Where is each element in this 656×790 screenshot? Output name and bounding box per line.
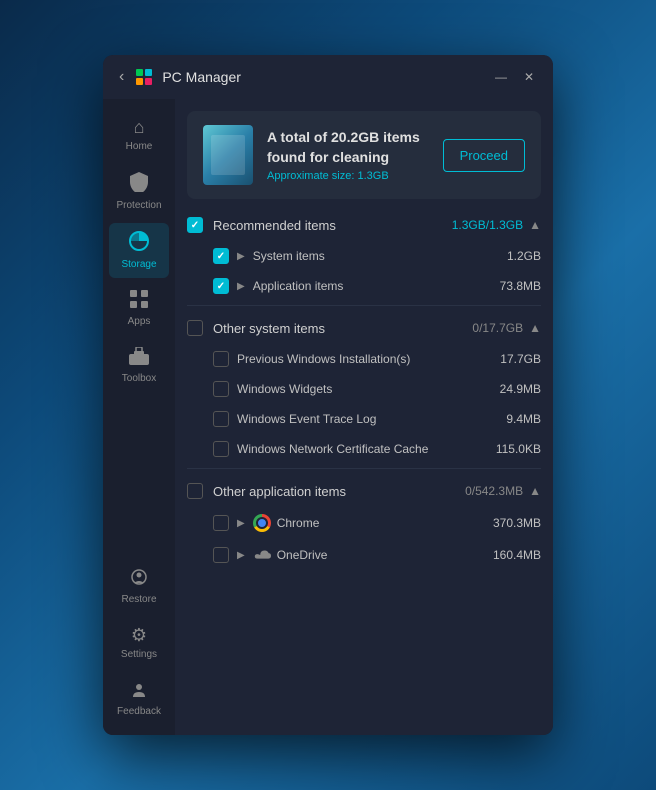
system-items-size: 1.2GB — [507, 249, 541, 263]
sidebar-label-home: Home — [126, 141, 153, 152]
other-app-checkbox[interactable] — [187, 483, 203, 499]
onedrive-row[interactable]: ▶ OneDrive 160.4MB — [187, 539, 541, 571]
cleaning-illustration — [203, 125, 253, 185]
sidebar-label-restore: Restore — [121, 594, 156, 605]
recommended-checkbox[interactable] — [187, 217, 203, 233]
recommended-size: 1.3GB/1.3GB — [452, 218, 523, 232]
application-items-label: Application items — [253, 279, 500, 293]
prev-windows-size: 17.7GB — [500, 352, 541, 366]
sidebar-item-storage[interactable]: Storage — [109, 223, 169, 278]
other-app-size: 0/542.3MB — [465, 484, 523, 498]
chrome-row[interactable]: ▶ Chrome 370.3MB — [187, 507, 541, 539]
restore-icon — [130, 568, 148, 591]
other-system-size: 0/17.7GB — [472, 321, 523, 335]
windows-widgets-checkbox[interactable] — [213, 381, 229, 397]
sidebar-item-settings[interactable]: ⚙ Settings — [109, 617, 169, 668]
onedrive-label: OneDrive — [277, 548, 493, 562]
other-system-checkbox[interactable] — [187, 320, 203, 336]
proceed-button[interactable]: Proceed — [443, 139, 525, 172]
other-system-section-header[interactable]: Other system items 0/17.7GB ▲ — [187, 310, 541, 344]
sidebar-label-apps: Apps — [128, 316, 151, 327]
sidebar-item-apps[interactable]: Apps — [109, 282, 169, 335]
sidebar-item-restore[interactable]: Restore — [109, 560, 169, 613]
apps-icon — [130, 290, 148, 313]
other-app-chevron[interactable]: ▲ — [529, 484, 541, 498]
prev-windows-row[interactable]: Previous Windows Installation(s) 17.7GB — [187, 344, 541, 374]
system-items-checkbox[interactable] — [213, 248, 229, 264]
chrome-expand[interactable]: ▶ — [237, 518, 245, 529]
event-trace-row[interactable]: Windows Event Trace Log 9.4MB — [187, 404, 541, 434]
application-items-row[interactable]: ▶ Application items 73.8MB — [187, 271, 541, 301]
windows-widgets-label: Windows Widgets — [237, 382, 500, 396]
sidebar-item-feedback[interactable]: Feedback — [109, 672, 169, 725]
onedrive-expand[interactable]: ▶ — [237, 550, 245, 561]
toolbox-icon — [129, 347, 149, 370]
sidebar-item-protection[interactable]: Protection — [109, 164, 169, 219]
sidebar-spacer — [103, 394, 175, 558]
cert-cache-checkbox[interactable] — [213, 441, 229, 457]
onedrive-checkbox[interactable] — [213, 547, 229, 563]
window-title: PC Manager — [162, 69, 493, 85]
system-items-expand[interactable]: ▶ — [237, 251, 245, 262]
scroll-area[interactable]: Recommended items 1.3GB/1.3GB ▲ ▶ System… — [175, 207, 553, 735]
recommended-section-header[interactable]: Recommended items 1.3GB/1.3GB ▲ — [187, 207, 541, 241]
shield-icon — [130, 172, 148, 197]
cert-cache-size: 115.0KB — [496, 442, 541, 456]
onedrive-icon — [253, 546, 271, 564]
feedback-icon — [130, 680, 148, 703]
cert-cache-label: Windows Network Certificate Cache — [237, 442, 496, 456]
system-items-row[interactable]: ▶ System items 1.2GB — [187, 241, 541, 271]
back-button[interactable]: ‹ — [119, 68, 124, 86]
sidebar-label-storage: Storage — [121, 259, 156, 270]
chrome-icon — [253, 514, 271, 532]
storage-icon — [129, 231, 149, 256]
recommended-chevron[interactable]: ▲ — [529, 218, 541, 232]
sidebar-item-toolbox[interactable]: Toolbox — [109, 339, 169, 392]
other-system-chevron[interactable]: ▲ — [529, 321, 541, 335]
application-items-size: 73.8MB — [500, 279, 541, 293]
content-area: A total of 20.2GB items found for cleani… — [175, 99, 553, 735]
chrome-label: Chrome — [277, 516, 493, 530]
windows-widgets-size: 24.9MB — [500, 382, 541, 396]
event-trace-size: 9.4MB — [506, 412, 541, 426]
header-text: A total of 20.2GB items found for cleani… — [267, 128, 429, 182]
onedrive-size: 160.4MB — [493, 548, 541, 562]
header-subtitle: Approximate size: 1.3GB — [267, 170, 429, 182]
cert-cache-row[interactable]: Windows Network Certificate Cache 115.0K… — [187, 434, 541, 464]
other-app-label: Other application items — [213, 484, 465, 499]
main-layout: ⌂ Home Protection — [103, 99, 553, 735]
divider-1 — [187, 305, 541, 306]
header-title: A total of 20.2GB items found for cleani… — [267, 128, 429, 167]
app-icon — [134, 67, 154, 87]
sidebar-label-settings: Settings — [121, 649, 157, 660]
chrome-checkbox[interactable] — [213, 515, 229, 531]
sidebar-item-home[interactable]: ⌂ Home — [109, 109, 169, 160]
prev-windows-label: Previous Windows Installation(s) — [237, 352, 500, 366]
minimize-button[interactable]: — — [493, 69, 509, 85]
sidebar-label-feedback: Feedback — [117, 706, 161, 717]
windows-widgets-row[interactable]: Windows Widgets 24.9MB — [187, 374, 541, 404]
app-window: ‹ PC Manager — ✕ ⌂ Home — [103, 55, 553, 735]
sidebar-label-toolbox: Toolbox — [122, 373, 156, 384]
close-button[interactable]: ✕ — [521, 69, 537, 85]
home-icon: ⌂ — [134, 117, 145, 138]
system-items-label: System items — [253, 249, 507, 263]
header-card: A total of 20.2GB items found for cleani… — [187, 111, 541, 199]
window-controls: — ✕ — [493, 69, 537, 85]
application-items-checkbox[interactable] — [213, 278, 229, 294]
other-app-section-header[interactable]: Other application items 0/542.3MB ▲ — [187, 473, 541, 507]
gear-icon: ⚙ — [131, 625, 147, 646]
sidebar: ⌂ Home Protection — [103, 99, 175, 735]
sidebar-label-protection: Protection — [116, 200, 161, 211]
other-system-label: Other system items — [213, 321, 472, 336]
event-trace-checkbox[interactable] — [213, 411, 229, 427]
divider-2 — [187, 468, 541, 469]
chrome-size: 370.3MB — [493, 516, 541, 530]
event-trace-label: Windows Event Trace Log — [237, 412, 506, 426]
recommended-label: Recommended items — [213, 218, 452, 233]
application-items-expand[interactable]: ▶ — [237, 281, 245, 292]
titlebar: ‹ PC Manager — ✕ — [103, 55, 553, 99]
prev-windows-checkbox[interactable] — [213, 351, 229, 367]
